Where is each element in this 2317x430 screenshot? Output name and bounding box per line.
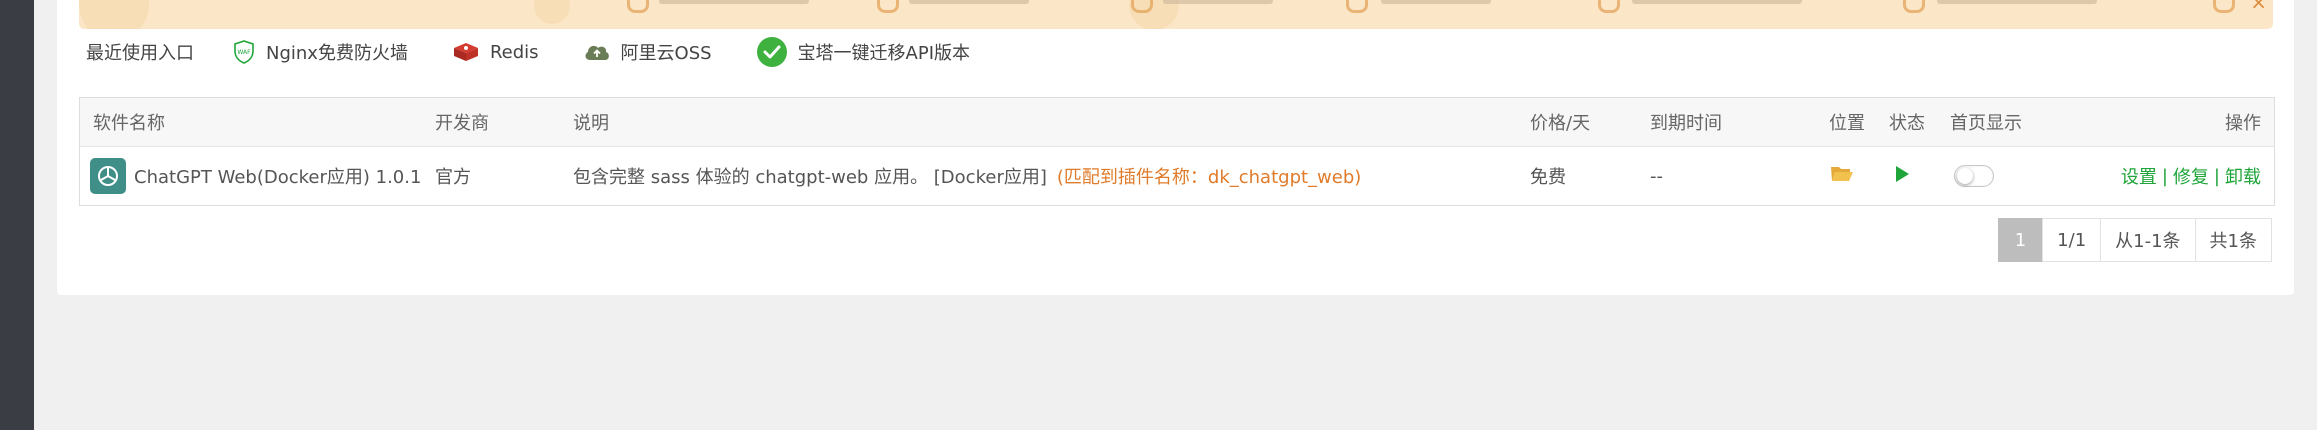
row-description: 包含完整 sass 体验的 chatgpt-web 应用。 [Docker应用] [573,167,1047,188]
header-expire[interactable]: 到期时间 [1650,98,1722,146]
banner-icon [1598,0,1620,13]
header-developer: 开发商 [435,113,489,134]
banner-text [1937,0,2097,4]
check-circle-icon [756,36,788,68]
recent-entries: 最近使用入口 WAF Nginx免费防火墙 Redis 阿里云OSS 宝塔一键迁… [86,35,1014,69]
toggle-knob [1957,168,1973,184]
recent-item-label: Nginx免费防火墙 [266,43,408,64]
header-price[interactable]: 价格/天 [1530,98,1590,146]
page-current[interactable]: 1 [1997,218,2044,262]
banner-text [1632,0,1802,4]
recent-item-nginx-waf[interactable]: WAF Nginx免费防火墙 [232,39,408,65]
header-name[interactable]: 软件名称 [93,98,165,146]
row-app-name[interactable]: ChatGPT Web(Docker应用) 1.0.1 [134,163,421,189]
recent-item-redis[interactable]: Redis [452,40,539,64]
recent-item-label: 阿里云OSS [620,43,712,64]
ops-separator: | [2213,165,2220,187]
banner-text [1163,0,1273,4]
software-panel: × 最近使用入口 WAF Nginx免费防火墙 Redis 阿里云OSS 宝塔一… [57,0,2294,295]
banner-icon [877,0,899,13]
page-range: 从1-1条 [2100,218,2196,262]
banner-icon [1903,0,1925,13]
homepage-toggle[interactable] [1954,165,1994,187]
banner-decoration [534,0,570,24]
banner-text [909,0,1029,4]
row-status-cell [1893,147,1911,205]
folder-icon[interactable] [1830,164,1854,189]
banner-icon [2213,0,2235,13]
banner-icon [1346,0,1368,13]
uninstall-link[interactable]: 卸载 [2225,163,2261,189]
banner-close-icon[interactable]: × [2250,0,2267,14]
header-location: 位置 [1829,113,1865,134]
banner-icon [627,0,649,13]
row-description-cell: 包含完整 sass 体验的 chatgpt-web 应用。 [Docker应用]… [573,147,1361,205]
recent-entries-label: 最近使用入口 [86,43,194,64]
recent-item-migrate-api[interactable]: 宝塔一键迁移API版本 [756,36,970,68]
waf-shield-icon: WAF [232,39,256,65]
banner-decoration [79,0,149,29]
settings-link[interactable]: 设置 [2121,163,2157,189]
redis-icon [452,40,480,64]
table-header: 软件名称 开发商 说明 价格/天 到期时间 位置 状态 首页显示 操作 [80,98,2274,147]
row-ops: 设置 | 修复 | 卸载 [2121,147,2261,205]
row-expire: -- [1650,165,1663,187]
row-developer: 官方 [435,167,471,188]
banner-text [1381,0,1491,4]
banner-icon [1131,0,1153,13]
row-location-cell [1830,147,1854,205]
page-count: 1/1 [2042,218,2102,262]
promo-banner[interactable]: × [79,0,2273,29]
page-total: 共1条 [2194,218,2272,262]
cloud-upload-icon [583,41,611,63]
left-nav-bar [0,0,34,430]
svg-text:WAF: WAF [237,49,251,56]
table-row: ChatGPT Web(Docker应用) 1.0.1 官方 包含完整 sass… [80,147,2274,205]
header-homepage: 首页显示 [1950,113,2022,134]
row-homepage-cell [1954,147,1994,205]
chatgpt-app-icon[interactable] [90,158,126,194]
banner-text [659,0,809,4]
row-price: 免费 [1530,167,1566,188]
row-match-note: (匹配到插件名称：dk_chatgpt_web) [1056,167,1362,188]
software-table: 软件名称 开发商 说明 价格/天 到期时间 位置 状态 首页显示 操作 Chat… [79,97,2275,206]
recent-item-label: 宝塔一键迁移API版本 [797,43,971,64]
repair-link[interactable]: 修复 [2173,163,2209,189]
recent-item-label: Redis [489,41,539,63]
play-icon[interactable] [1893,164,1911,189]
header-ops: 操作 [2225,113,2261,134]
header-description: 说明 [573,113,609,134]
row-name-cell: ChatGPT Web(Docker应用) 1.0.1 [90,147,421,205]
pagination: 1 1/1 从1-1条 共1条 [1997,218,2272,262]
recent-item-aliyun-oss[interactable]: 阿里云OSS [583,39,712,65]
header-status: 状态 [1889,113,1925,134]
ops-separator: | [2161,165,2168,187]
